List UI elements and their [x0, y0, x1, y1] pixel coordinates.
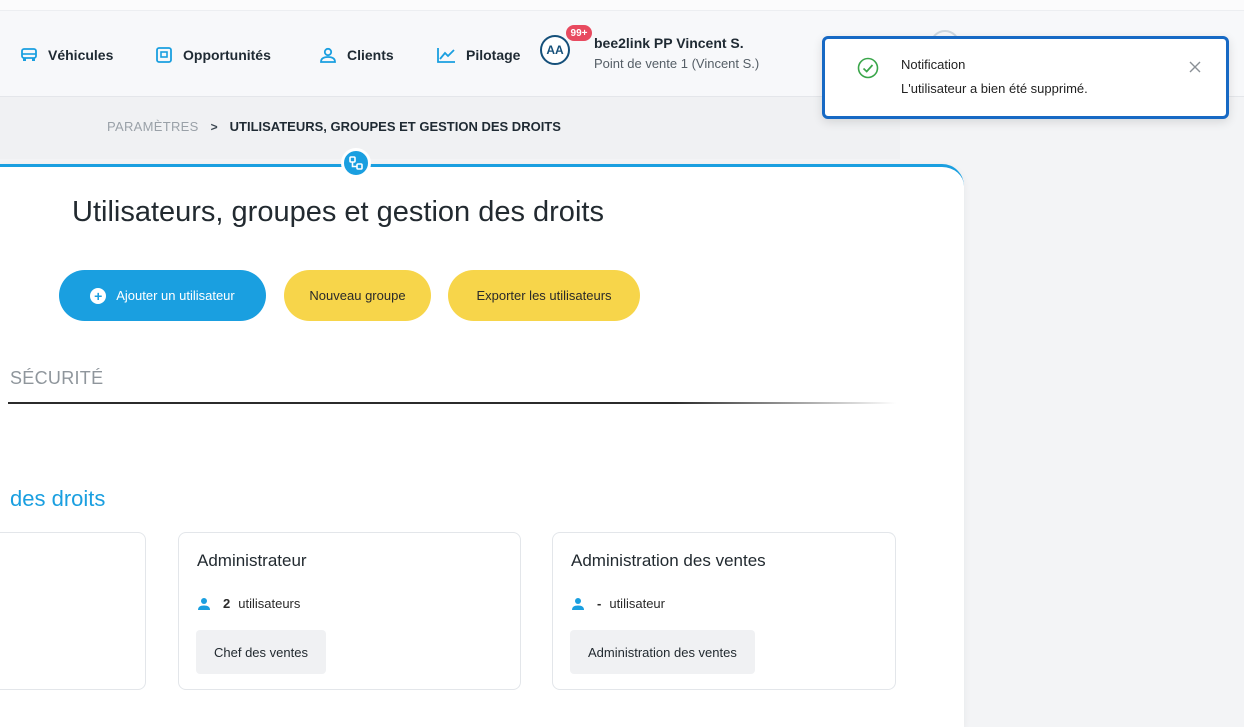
group-title: Administrateur — [197, 551, 307, 570]
group-card[interactable]: Administration des ventes - utilisateur … — [552, 532, 896, 690]
notification-message: L'utilisateur a bien été supprimé. — [901, 81, 1088, 96]
export-users-button[interactable]: Exporter les utilisateurs — [448, 270, 640, 321]
group-title: Administration des ventes — [571, 551, 766, 570]
page-title: Utilisateurs, groupes et gestion des dro… — [72, 196, 604, 228]
nav-item-opportunites[interactable]: Opportunités — [155, 44, 271, 66]
group-role-chip: Administration des ventes — [570, 630, 755, 674]
avatar[interactable]: AA — [540, 35, 570, 65]
nav-label: Pilotage — [466, 47, 521, 63]
tab-security[interactable]: SÉCURITÉ — [10, 368, 103, 389]
close-icon[interactable] — [1187, 59, 1203, 75]
opportunity-icon — [156, 47, 172, 63]
add-user-button[interactable]: + Ajouter un utilisateur — [59, 270, 266, 321]
car-icon — [21, 48, 37, 61]
user-icon — [572, 597, 584, 610]
notification-toast: Notification L'utilisateur a bien été su… — [822, 36, 1229, 119]
user-count-value: - — [597, 596, 602, 611]
group-user-count: - utilisateur — [571, 596, 665, 611]
breadcrumb-root[interactable]: PARAMÈTRES — [107, 119, 199, 134]
group-card-partial[interactable] — [0, 532, 146, 690]
nav-item-vehicules[interactable]: Véhicules — [20, 44, 113, 66]
nav-label: Opportunités — [183, 47, 271, 63]
group-role-chip: Chef des ventes — [196, 630, 326, 674]
breadcrumb-separator: > — [210, 119, 218, 134]
nav-label: Clients — [347, 47, 394, 63]
notification-badge: 99+ — [566, 25, 592, 41]
new-group-button[interactable]: Nouveau groupe — [284, 270, 431, 321]
top-strip — [0, 0, 1244, 11]
user-point-of-sale: Point de vente 1 (Vincent S.) — [594, 56, 760, 71]
check-circle-icon — [857, 57, 879, 79]
notification-title: Notification — [901, 57, 966, 72]
user-icon — [320, 47, 336, 63]
permissions-icon — [341, 148, 371, 178]
rights-section-title: des droits — [10, 486, 106, 511]
nav-item-clients[interactable]: Clients — [319, 44, 394, 66]
breadcrumb: PARAMÈTRES > UTILISATEURS, GROUPES ET GE… — [107, 119, 561, 134]
group-card[interactable]: Administrateur 2 utilisateurs Chef des v… — [178, 532, 521, 690]
user-count-value: 2 — [223, 596, 231, 611]
group-user-count: 2 utilisateurs — [197, 596, 300, 611]
nav-label: Véhicules — [48, 47, 114, 63]
nav-item-pilotage[interactable]: Pilotage — [436, 44, 520, 66]
plus-circle-icon: + — [90, 287, 107, 304]
add-user-label: Ajouter un utilisateur — [116, 288, 235, 303]
section-divider — [8, 402, 896, 404]
user-name[interactable]: bee2link PP Vincent S. — [594, 35, 744, 51]
user-count-unit: utilisateurs — [238, 596, 301, 611]
chart-line-icon — [437, 48, 455, 63]
user-icon — [198, 597, 210, 610]
breadcrumb-current: UTILISATEURS, GROUPES ET GESTION DES DRO… — [229, 119, 561, 134]
user-count-unit: utilisateur — [609, 596, 665, 611]
